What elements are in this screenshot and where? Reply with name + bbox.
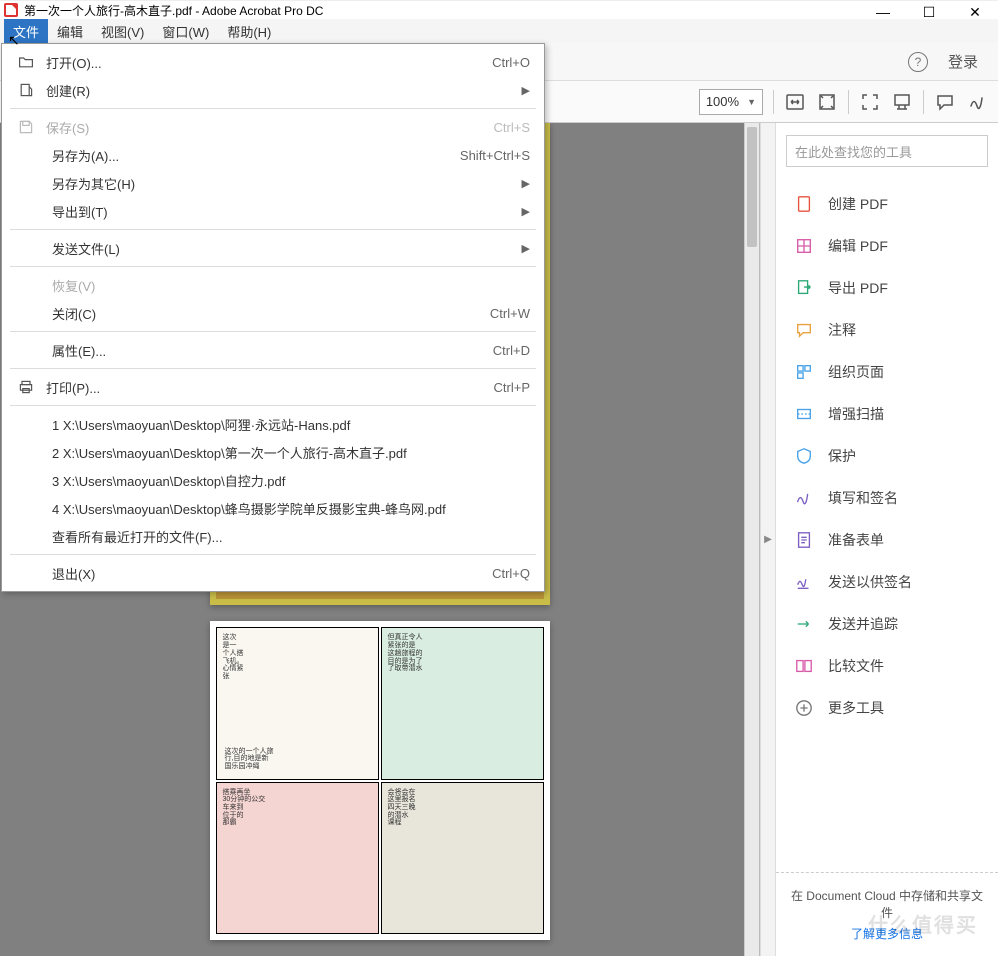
cursor-icon: ↖ [8, 32, 20, 49]
separator [10, 368, 536, 369]
export-pdf-icon [794, 278, 814, 298]
fit-page-icon[interactable] [816, 91, 838, 113]
send-track-icon [794, 614, 814, 634]
login-button[interactable]: 登录 [948, 51, 978, 72]
tool-compare-files[interactable]: 比较文件 [776, 645, 998, 687]
file-menu-dropdown: 打开(O)... Ctrl+O 创建(R) ▶ 保存(S) Ctrl+S 另存为… [1, 43, 545, 592]
tool-more-tools[interactable]: 更多工具 [776, 687, 998, 729]
scan-icon [794, 404, 814, 424]
divider [773, 90, 774, 114]
separator [10, 108, 536, 109]
organize-icon [794, 362, 814, 382]
menu-edit[interactable]: 编辑 [48, 19, 92, 44]
title-bar: 第一次一个人旅行-高木直子.pdf - Adobe Acrobat Pro DC [0, 0, 998, 19]
menu-recent-file[interactable]: 1 X:\Users\maoyuan\Desktop\阿狸·永远站-Hans.p… [2, 410, 544, 438]
tool-enhance-scan[interactable]: 增强扫描 [776, 393, 998, 435]
tools-list: 创建 PDF 编辑 PDF 导出 PDF 注释 组织页面 增强扫描 保护 填写和… [776, 179, 998, 733]
zoom-value: 100% [706, 94, 739, 109]
compare-icon [794, 656, 814, 676]
menu-close-file[interactable]: 关闭(C) Ctrl+W [2, 299, 544, 327]
open-icon [12, 54, 40, 70]
chevron-down-icon: ▼ [747, 97, 756, 107]
submenu-arrow-icon: ▶ [522, 205, 530, 218]
create-pdf-icon [794, 194, 814, 214]
submenu-arrow-icon: ▶ [522, 242, 530, 255]
tool-fill-sign[interactable]: 填写和签名 [776, 477, 998, 519]
print-icon [12, 379, 40, 395]
menu-save-as[interactable]: 另存为(A)... Shift+Ctrl+S [2, 141, 544, 169]
edit-pdf-icon [794, 236, 814, 256]
comment-icon[interactable] [934, 91, 956, 113]
comment-tool-icon [794, 320, 814, 340]
tool-comment[interactable]: 注释 [776, 309, 998, 351]
menu-properties[interactable]: 属性(E)... Ctrl+D [2, 336, 544, 364]
scroll-thumb[interactable] [747, 127, 757, 247]
cloud-footer: 在 Document Cloud 中存储和共享文件 了解更多信息 [776, 872, 998, 956]
tool-create-pdf[interactable]: 创建 PDF [776, 183, 998, 225]
separator [10, 331, 536, 332]
menu-exit[interactable]: 退出(X) Ctrl+Q [2, 559, 544, 587]
shield-icon [794, 446, 814, 466]
fill-sign-icon [794, 488, 814, 508]
menu-view[interactable]: 视图(V) [92, 19, 153, 44]
tools-panel: 在此处查找您的工具 创建 PDF 编辑 PDF 导出 PDF 注释 组织页面 增… [776, 123, 998, 956]
tool-send-track[interactable]: 发送并追踪 [776, 603, 998, 645]
search-placeholder: 在此处查找您的工具 [795, 142, 912, 161]
submenu-arrow-icon: ▶ [522, 177, 530, 190]
tool-organize-pages[interactable]: 组织页面 [776, 351, 998, 393]
fullscreen-icon[interactable] [859, 91, 881, 113]
menu-save: 保存(S) Ctrl+S [2, 113, 544, 141]
tool-send-signature[interactable]: 发送以供签名 [776, 561, 998, 603]
menu-revert: 恢复(V) [2, 271, 544, 299]
pdf-page: 这次是一个人搭飞机。心情紧张这次的一个人旅行,目的地是新国乐园冲绳 但真正令人紧… [210, 621, 550, 940]
tool-edit-pdf[interactable]: 编辑 PDF [776, 225, 998, 267]
help-icon[interactable]: ? [908, 52, 928, 72]
app-icon [4, 3, 18, 17]
submenu-arrow-icon: ▶ [522, 84, 530, 97]
search-tools-input[interactable]: 在此处查找您的工具 [786, 135, 988, 167]
menu-recent-file[interactable]: 4 X:\Users\maoyuan\Desktop\蜂鸟摄影学院单反摄影宝典-… [2, 494, 544, 522]
send-sign-icon [794, 572, 814, 592]
menu-print[interactable]: 打印(P)... Ctrl+P [2, 373, 544, 401]
separator [10, 266, 536, 267]
divider [848, 90, 849, 114]
menu-bar: 文件 编辑 视图(V) 窗口(W) 帮助(H) [0, 19, 998, 43]
cloud-note-text: 在 Document Cloud 中存储和共享文件 [786, 887, 988, 921]
cloud-learn-more-link[interactable]: 了解更多信息 [786, 925, 988, 942]
window-title: 第一次一个人旅行-高木直子.pdf - Adobe Acrobat Pro DC [24, 2, 994, 19]
menu-open[interactable]: 打开(O)... Ctrl+O [2, 48, 544, 76]
separator [10, 405, 536, 406]
menu-save-as-other[interactable]: 另存为其它(H) ▶ [2, 169, 544, 197]
chevron-right-icon: ▶ [764, 534, 772, 545]
tool-prepare-form[interactable]: 准备表单 [776, 519, 998, 561]
separator [10, 229, 536, 230]
menu-view-all-recent[interactable]: 查看所有最近打开的文件(F)... [2, 522, 544, 550]
menu-recent-file[interactable]: 3 X:\Users\maoyuan\Desktop\自控力.pdf [2, 466, 544, 494]
menu-help[interactable]: 帮助(H) [218, 19, 280, 44]
tool-protect[interactable]: 保护 [776, 435, 998, 477]
plus-icon [794, 698, 814, 718]
menu-recent-file[interactable]: 2 X:\Users\maoyuan\Desktop\第一次一个人旅行-高木直子… [2, 438, 544, 466]
read-mode-icon[interactable] [891, 91, 913, 113]
vertical-scrollbar[interactable] [744, 123, 759, 956]
zoom-select[interactable]: 100% ▼ [699, 89, 763, 115]
menu-export-to[interactable]: 导出到(T) ▶ [2, 197, 544, 225]
fit-width-icon[interactable] [784, 91, 806, 113]
save-icon [12, 119, 40, 135]
separator [10, 554, 536, 555]
divider [923, 90, 924, 114]
sign-icon[interactable] [966, 91, 988, 113]
panel-collapse-handle[interactable]: ▶ [760, 123, 776, 956]
menu-window[interactable]: 窗口(W) [153, 19, 218, 44]
create-icon [12, 82, 40, 98]
tool-export-pdf[interactable]: 导出 PDF [776, 267, 998, 309]
menu-send-file[interactable]: 发送文件(L) ▶ [2, 234, 544, 262]
menu-create[interactable]: 创建(R) ▶ [2, 76, 544, 104]
form-icon [794, 530, 814, 550]
